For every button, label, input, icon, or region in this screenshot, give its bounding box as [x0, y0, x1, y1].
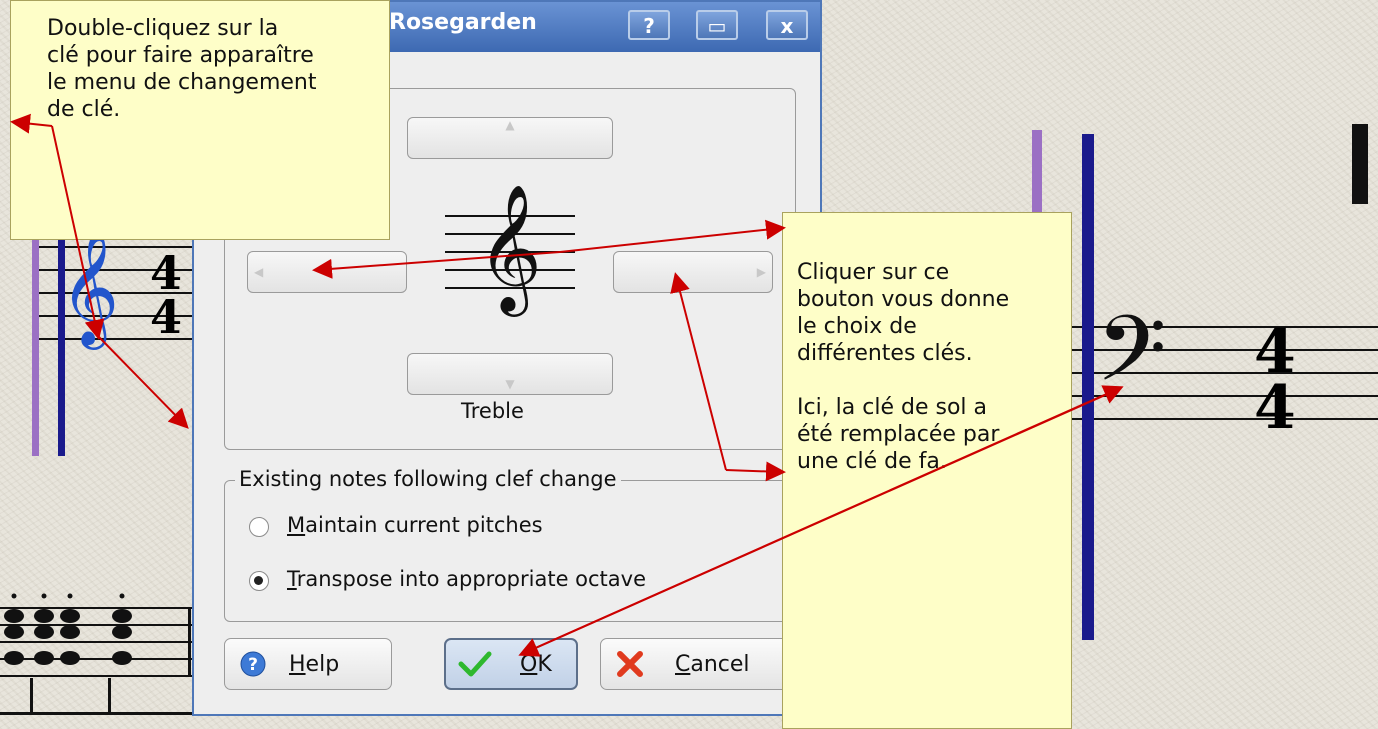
annotation-arrows [10, 113, 1124, 657]
